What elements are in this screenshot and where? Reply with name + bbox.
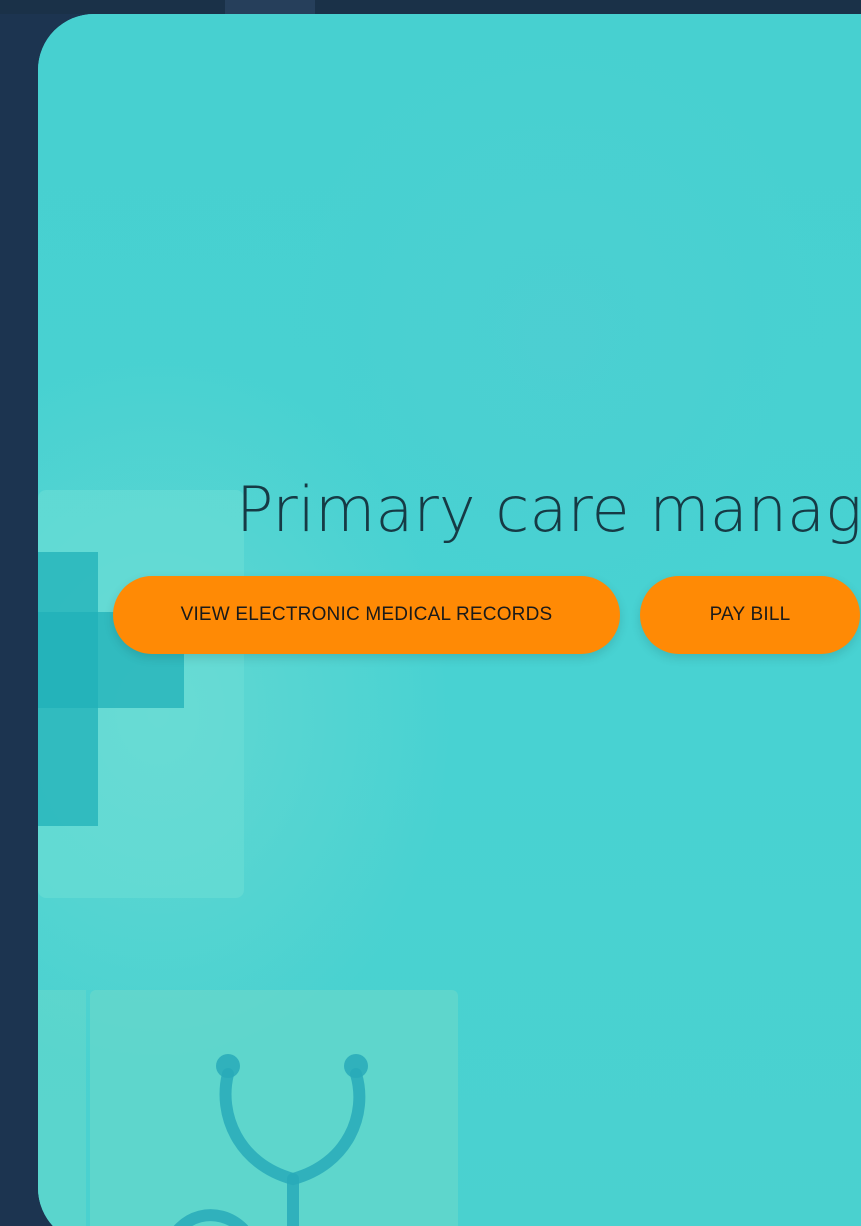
pay-bill-button[interactable]: PAY BILL — [640, 576, 860, 654]
background-box-lower-left — [38, 990, 86, 1226]
view-medical-records-button[interactable]: VIEW ELECTRONIC MEDICAL RECORDS — [113, 576, 620, 654]
page-title: Primary care manag — [236, 473, 861, 546]
page: Primary care manag VIEW ELECTRONIC MEDIC… — [0, 0, 861, 1226]
top-strip-shape — [225, 0, 315, 14]
stethoscope-icon — [173, 1054, 368, 1226]
top-strip — [0, 0, 861, 14]
